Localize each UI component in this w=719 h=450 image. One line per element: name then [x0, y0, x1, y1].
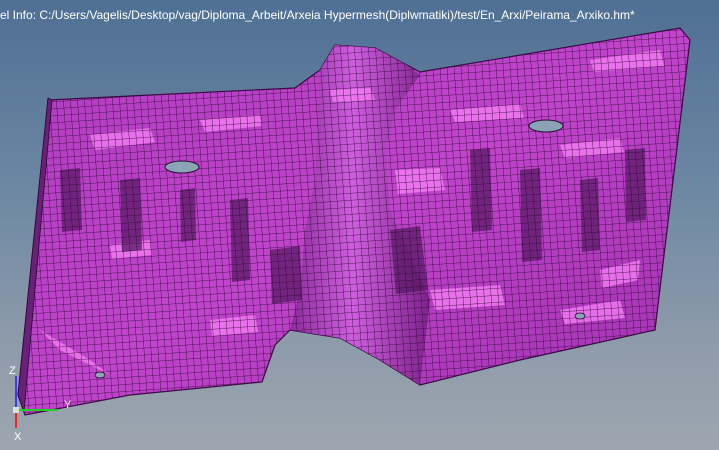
fe-mesh-model[interactable]: Z Y X — [0, 0, 719, 450]
mesh-element-grid — [18, 28, 690, 415]
triad-y-label: Y — [64, 399, 72, 411]
mesh-hole-small-right — [574, 312, 586, 320]
mesh-hole-small-left — [94, 371, 106, 379]
triad-x-label: X — [14, 431, 22, 443]
triad-origin — [13, 407, 19, 413]
triad-z-label: Z — [9, 365, 16, 377]
mesh-hole-left — [164, 160, 200, 174]
mesh-hole-right — [528, 119, 564, 133]
graphics-viewport[interactable]: el Info: C:/Users/Vagelis/Desktop/vag/Di… — [0, 0, 719, 450]
